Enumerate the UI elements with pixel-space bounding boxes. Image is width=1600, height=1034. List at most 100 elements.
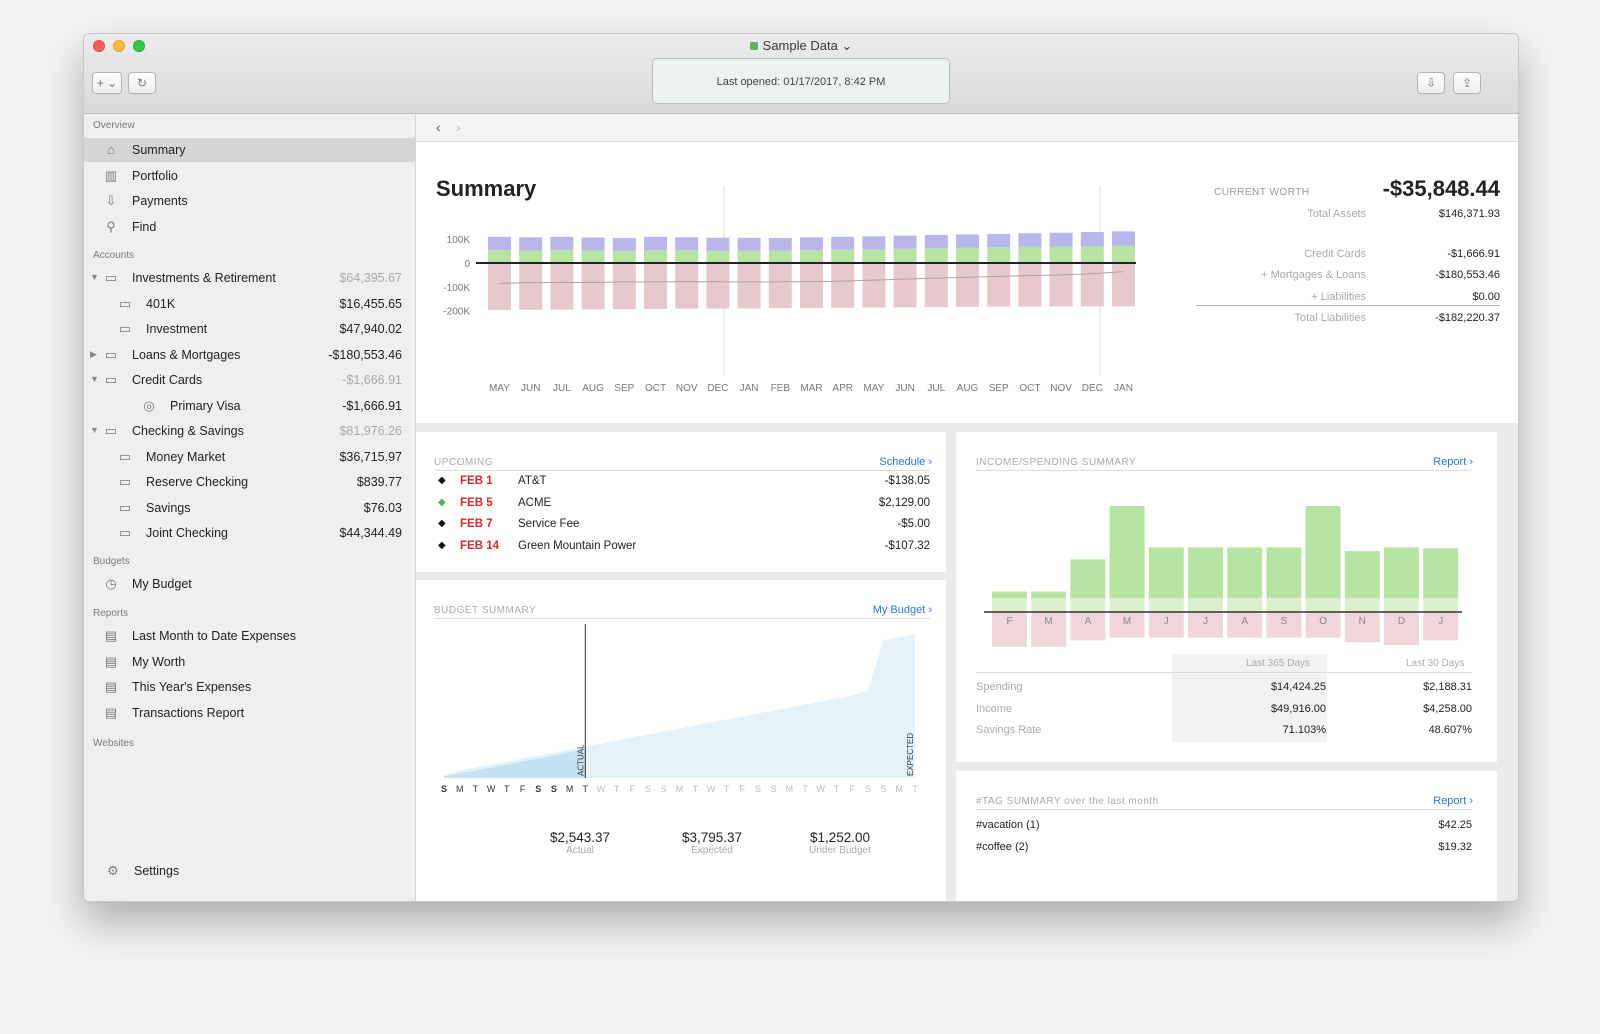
sidebar-item-label: Last Month to Date Expenses: [132, 629, 296, 643]
back-button[interactable]: ‹: [436, 119, 441, 135]
worth-bar-assets-high: [893, 235, 917, 249]
value-365: $49,916.00: [1270, 702, 1326, 715]
budget-day-label: T: [834, 784, 840, 794]
sidebar-account-2[interactable]: ▭ Investment $47,940.02: [84, 317, 416, 341]
tag-row[interactable]: #coffee (2) $19.32: [976, 841, 1472, 853]
worth-bar-assets-high: [924, 234, 948, 249]
worth-bar-assets-low: [831, 249, 855, 263]
sidebar-item-label: 401K: [146, 296, 176, 311]
worth-bar-liabilities: [519, 263, 543, 310]
worth-bar-assets-low: [893, 248, 917, 263]
budget-day-label: T: [802, 784, 808, 794]
sidebar-item-label: Primary Visa: [170, 398, 241, 413]
worth-x-tick: NOV: [676, 383, 698, 394]
sidebar-item-label: Credit Cards: [132, 373, 203, 387]
income-spending-header: INCOME/SPENDING SUMMARY: [976, 457, 1137, 468]
export-button[interactable]: ⇪: [1453, 72, 1481, 94]
totals-label: Credit Cards: [1304, 248, 1366, 260]
disclosure-triangle[interactable]: ▼: [90, 272, 99, 282]
worth-bar-assets-low: [612, 251, 636, 263]
sidebar-section-header: Budgets: [93, 556, 130, 567]
sidebar-item-label: Settings: [134, 864, 180, 878]
sidebar-item-payments[interactable]: ⇩ Payments: [84, 189, 416, 213]
worth-bar-assets-low: [862, 249, 886, 263]
budget-expected: $3,795.37 Expected: [681, 830, 743, 856]
forward-button[interactable]: ›: [456, 119, 461, 135]
sidebar-account-4[interactable]: ▼ ▭ Credit Cards -$1,666.91: [84, 368, 416, 392]
budget-day-label: F: [849, 784, 855, 794]
sidebar-account-7[interactable]: ▭ Money Market $36,715.97: [84, 445, 416, 469]
budget-day-label: S: [661, 784, 667, 794]
sidebar-account-9[interactable]: ▭ Savings $76.03: [84, 496, 416, 520]
my-budget-link[interactable]: My Budget ›: [873, 604, 932, 616]
worth-bar-assets-high: [831, 236, 855, 250]
income-x-tick: J: [1203, 616, 1208, 627]
disclosure-triangle[interactable]: ▶: [90, 349, 97, 360]
sidebar-item-summary[interactable]: ⌂ Summary: [84, 138, 416, 162]
budget-day-label: M: [896, 784, 904, 794]
summary-panel: Summary CURRENT WORTH -$35,848.44 100K 0-…: [416, 142, 1518, 423]
upcoming-item[interactable]: ◆ FEB 7 Service Fee -$5.00: [434, 515, 930, 535]
schedule-link[interactable]: Schedule ›: [879, 456, 932, 468]
income-bar-base: [1344, 598, 1380, 612]
add-button[interactable]: + ⌄: [92, 72, 122, 94]
worth-bar-liabilities: [737, 263, 761, 309]
sidebar-account-0[interactable]: ▼ ▭ Investments & Retirement $64,395.67: [84, 266, 416, 290]
worth-bar-liabilities: [675, 263, 699, 309]
sidebar-item-find[interactable]: ⚲ Find: [84, 215, 416, 239]
upcoming-item[interactable]: ◆ FEB 14 Green Mountain Power -$107.32: [434, 537, 930, 557]
sidebar-report-1[interactable]: ▤ My Worth: [84, 650, 416, 674]
income-bar: [1384, 547, 1419, 598]
account-icon: ▭: [118, 474, 132, 489]
worth-bar-assets-high: [737, 237, 761, 251]
sidebar-report-0[interactable]: ▤ Last Month to Date Expenses: [84, 624, 416, 648]
income-report-link[interactable]: Report ›: [1433, 456, 1473, 468]
worth-bar-liabilities: [1080, 263, 1104, 307]
disclosure-triangle[interactable]: ▼: [90, 425, 99, 435]
import-button[interactable]: ⇩: [1417, 72, 1445, 94]
refresh-button[interactable]: ↻: [128, 72, 156, 94]
budget-day-label: S: [881, 784, 887, 794]
worth-y-tick: -100K: [443, 283, 470, 294]
budget-chart: ACTUAL EXPECTEDS M T W T F S S M T W T F S S M T W T F S S M T W T…: [441, 624, 918, 794]
tag-report-link[interactable]: Report ›: [1433, 795, 1473, 807]
worth-bar-assets-high: [1080, 232, 1104, 247]
worth-y-tick: -200K: [443, 307, 470, 318]
worth-bar-assets-high: [956, 234, 979, 248]
upcoming-payee: ACME: [518, 496, 552, 509]
income-spending-row: Spending $14,424.25 $2,188.31: [976, 678, 1472, 698]
gear-icon: ⚙: [107, 863, 119, 878]
upcoming-item[interactable]: ◆ FEB 1 AT&T -$138.05: [434, 472, 930, 492]
sidebar-account-10[interactable]: ▭ Joint Checking $44,344.49: [84, 521, 416, 545]
disclosure-triangle[interactable]: ▼: [90, 374, 99, 384]
income-x-tick: D: [1398, 616, 1405, 627]
sidebar-account-5[interactable]: ◎ Primary Visa -$1,666.91: [84, 394, 416, 418]
sidebar-account-8[interactable]: ▭ Reserve Checking $839.77: [84, 470, 416, 494]
sidebar-account-6[interactable]: ▼ ▭ Checking & Savings $81,976.26: [84, 419, 416, 443]
account-icon: ▭: [104, 346, 118, 362]
export-icon: ⇪: [1461, 76, 1473, 90]
sidebar-item-portfolio[interactable]: ▥ Portfolio: [84, 164, 416, 188]
value-30: 48.607%: [1428, 724, 1472, 736]
account-icon: ▭: [118, 448, 132, 464]
settings-button[interactable]: ⚙ Settings: [84, 859, 416, 883]
sidebar-item-label: Checking & Savings: [132, 424, 244, 438]
sidebar-account-1[interactable]: ▭ 401K $16,455.65: [84, 292, 416, 316]
value-30: $4,258.00: [1423, 702, 1472, 715]
worth-bar-assets-high: [612, 238, 636, 252]
sidebar-report-2[interactable]: ▤ This Year's Expenses: [84, 675, 416, 699]
account-icon: ▭: [118, 321, 132, 336]
sidebar-account-3[interactable]: ▶ ▭ Loans & Mortgages -$180,553.46: [84, 343, 416, 367]
upcoming-item[interactable]: ◆ FEB 5 ACME $2,129.00: [434, 494, 930, 514]
tag-name: #coffee (2): [976, 840, 1029, 853]
window-title[interactable]: Sample Data ⌄: [84, 38, 1518, 54]
sidebar-item-my-budget[interactable]: ◷ My Budget: [84, 572, 416, 596]
income-x-tick: M: [1123, 616, 1131, 627]
budget-day-label: S: [441, 784, 447, 794]
budget-header: BUDGET SUMMARY: [434, 605, 537, 616]
tag-row[interactable]: #vacation (1) $42.25: [976, 819, 1472, 831]
report-icon: ▤: [104, 653, 118, 669]
worth-x-tick: SEP: [989, 383, 1009, 394]
sidebar-report-3[interactable]: ▤ Transactions Report: [84, 701, 416, 725]
budget-day-label: T: [504, 784, 510, 794]
